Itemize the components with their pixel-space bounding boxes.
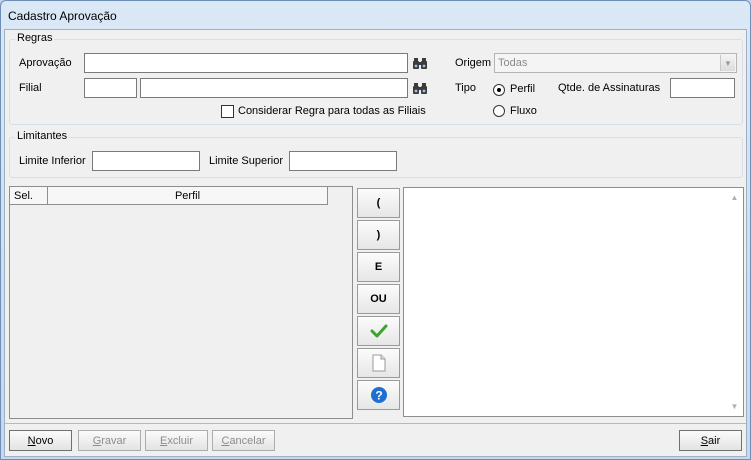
open-paren-button[interactable]: ( — [357, 188, 400, 218]
grid-column-perfil[interactable]: Perfil — [48, 187, 328, 205]
origem-label: Origem — [455, 57, 492, 69]
aprovacao-search-icon[interactable] — [410, 53, 430, 73]
cancelar-button-label: ancelar — [229, 434, 266, 447]
filial-code-input[interactable] — [84, 78, 137, 98]
qtde-assinaturas-label: Qtde. de Assinaturas — [558, 82, 661, 94]
tipo-label: Tipo — [455, 82, 476, 94]
sair-button-mnemonic: S — [700, 434, 709, 447]
window-title: Cadastro Aprovação — [8, 9, 117, 23]
help-icon: ? — [370, 387, 387, 403]
grid-header: Sel. Perfil — [10, 187, 328, 205]
limite-superior-input[interactable] — [289, 151, 397, 171]
sair-button[interactable]: Sair — [679, 430, 742, 451]
aprovacao-input[interactable] — [84, 53, 408, 73]
cancelar-button-mnemonic: C — [221, 434, 230, 447]
qtde-assinaturas-input[interactable] — [670, 78, 735, 98]
novo-button[interactable]: Novo — [9, 430, 72, 451]
scroll-down-icon[interactable]: ▼ — [730, 402, 739, 411]
confirm-button[interactable] — [357, 316, 400, 346]
expression-memo[interactable]: ▲ ▼ — [403, 187, 744, 417]
filial-name-input[interactable] — [140, 78, 408, 98]
tipo-fluxo-label[interactable]: Fluxo — [510, 105, 537, 117]
limite-superior-label: Limite Superior — [209, 155, 283, 167]
regras-legend: Regras — [15, 32, 55, 44]
help-button[interactable]: ? — [357, 380, 400, 410]
origem-selected-value: Todas — [498, 57, 528, 69]
limite-inferior-input[interactable] — [92, 151, 200, 171]
scroll-up-icon[interactable]: ▲ — [730, 193, 739, 202]
cancelar-button[interactable]: Cancelar — [212, 430, 275, 451]
considerar-checkbox[interactable] — [221, 105, 234, 118]
close-paren-button[interactable]: ) — [357, 220, 400, 250]
gravar-button[interactable]: Gravar — [78, 430, 141, 451]
excluir-button[interactable]: Excluir — [145, 430, 208, 451]
form-client-area: Regras Aprovação Filial Considerar Regra… — [4, 29, 747, 457]
document-icon — [372, 354, 385, 372]
excluir-button-label: xcluir — [167, 434, 193, 447]
grid-column-sel[interactable]: Sel. — [10, 187, 48, 205]
origem-select[interactable]: Todas ▼ — [494, 53, 737, 73]
memo-scrollbar[interactable]: ▲ ▼ — [726, 188, 743, 416]
chevron-down-icon[interactable]: ▼ — [720, 55, 735, 71]
limitantes-legend: Limitantes — [15, 130, 70, 142]
gravar-button-mnemonic: G — [92, 434, 102, 447]
sair-button-label: air — [708, 434, 721, 447]
tipo-radio-perfil[interactable] — [493, 84, 505, 96]
and-button[interactable]: E — [357, 252, 400, 282]
limite-inferior-label: Limite Inferior — [19, 155, 86, 167]
gravar-button-label: ravar — [101, 434, 127, 447]
window: Cadastro Aprovação Regras Aprovação Fili… — [0, 0, 751, 460]
tipo-perfil-label[interactable]: Perfil — [510, 83, 535, 95]
new-document-button[interactable] — [357, 348, 400, 378]
svg-text:?: ? — [375, 389, 382, 403]
tipo-radio-fluxo[interactable] — [493, 105, 505, 117]
considerar-label[interactable]: Considerar Regra para todas as Filiais — [238, 105, 426, 117]
excluir-button-mnemonic: E — [159, 434, 168, 447]
checkmark-icon — [370, 324, 387, 338]
filial-search-icon[interactable] — [410, 78, 430, 98]
or-button[interactable]: OU — [357, 284, 400, 314]
filial-label: Filial — [19, 82, 42, 94]
bottom-toolbar: Novo Gravar Excluir Cancelar Sair — [5, 423, 746, 456]
novo-button-label: ovo — [35, 434, 54, 447]
aprovacao-label: Aprovação — [19, 57, 72, 69]
perfil-grid[interactable]: Sel. Perfil — [9, 186, 353, 419]
novo-button-mnemonic: N — [27, 434, 36, 447]
